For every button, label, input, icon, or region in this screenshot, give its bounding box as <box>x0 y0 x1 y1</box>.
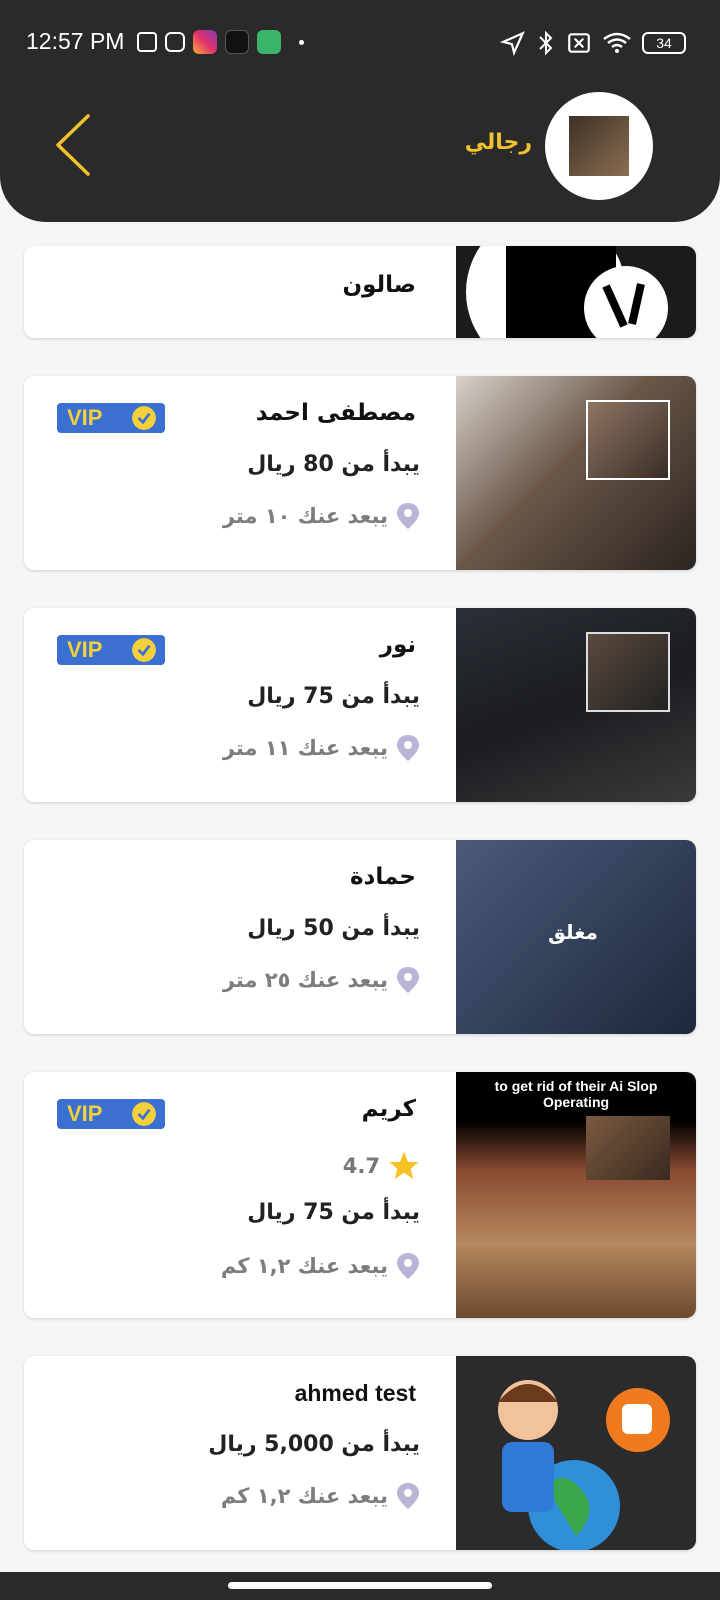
salon-image: to get rid of their Ai Slop Operating <box>456 1072 696 1318</box>
layers-app-icon <box>257 30 281 54</box>
salon-inset-image <box>586 400 670 480</box>
salon-distance: يبعد عنك ١,٢ كم <box>221 1482 420 1510</box>
salon-image <box>456 608 696 802</box>
scissors-logo-icon <box>466 246 668 338</box>
category-image <box>569 116 629 176</box>
nfc-icon <box>165 32 185 52</box>
salon-card[interactable]: VIP مصطفى احمد يبدأ من 80 ريال يبعد عنك … <box>24 376 696 570</box>
verified-badge-icon <box>132 1102 156 1126</box>
distance-label: يبعد عنك ١,٢ كم <box>220 1254 388 1278</box>
vip-badge: VIP <box>57 403 165 433</box>
salon-card[interactable]: VIP نور يبدأ من 75 ريال يبعد عنك ١١ متر <box>24 608 696 802</box>
home-gesture-handle[interactable] <box>228 1582 492 1589</box>
verified-badge-icon <box>132 638 156 662</box>
app-header: 12:57 PM 34 رجالي <box>0 0 720 222</box>
salon-image <box>456 376 696 570</box>
status-bar: 12:57 PM 34 <box>0 22 720 66</box>
salon-image <box>456 246 696 338</box>
salon-distance: يبعد عنك ١٠ متر <box>223 502 420 530</box>
salon-card[interactable]: صالون <box>24 246 696 338</box>
salon-distance: يبعد عنك ١,٢ كم <box>221 1252 420 1280</box>
page-title: رجالي <box>464 130 532 155</box>
salon-name: حمادة <box>349 864 416 890</box>
salon-name: نور <box>379 632 416 658</box>
vip-label: VIP <box>67 637 103 662</box>
salon-card[interactable]: مغلق حمادة يبدأ من 50 ريال يبعد عنك ٢٥ م… <box>24 840 696 1034</box>
bluetooth-icon <box>539 30 553 56</box>
salon-distance: يبعد عنك ٢٥ متر <box>223 966 420 994</box>
salon-price: يبدأ من 75 ريال <box>247 684 420 709</box>
salon-rating: 4.7 <box>343 1150 420 1182</box>
location-pin-icon <box>397 1253 419 1279</box>
location-arrow-icon <box>500 31 525 56</box>
verified-badge-icon <box>132 406 156 430</box>
salon-price: يبدأ من 80 ريال <box>247 452 420 477</box>
cartoon-image <box>498 1380 670 1550</box>
salon-name: كريم <box>361 1096 416 1122</box>
location-pin-icon <box>397 503 419 529</box>
salon-name: صالون <box>342 272 416 298</box>
salon-card[interactable]: ahmed test يبدأ من 5,000 ريال يبعد عنك ١… <box>24 1356 696 1550</box>
wifi-icon <box>603 32 631 53</box>
battery-icon: 34 <box>642 32 686 54</box>
distance-label: يبعد عنك ١,٢ كم <box>220 1484 388 1508</box>
salon-card[interactable]: to get rid of their Ai Slop Operating VI… <box>24 1072 696 1318</box>
mute-icon <box>137 32 157 52</box>
closed-label: مغلق <box>548 920 598 944</box>
vip-label: VIP <box>67 1101 103 1126</box>
no-sim-icon <box>568 33 590 53</box>
salon-name: مصطفى احمد <box>255 400 416 426</box>
rating-value: 4.7 <box>342 1154 380 1178</box>
category-avatar[interactable] <box>545 92 653 200</box>
back-chevron-icon[interactable] <box>50 112 100 178</box>
salon-inset-image <box>586 1116 670 1180</box>
distance-label: يبعد عنك ١٠ متر <box>222 504 388 528</box>
salon-price: يبدأ من 50 ريال <box>247 916 420 941</box>
salon-distance: يبعد عنك ١١ متر <box>223 734 420 762</box>
salon-inset-image <box>586 632 670 712</box>
status-right: 34 <box>500 30 686 56</box>
salon-name: ahmed test <box>294 1380 416 1406</box>
location-pin-icon <box>397 735 419 761</box>
vip-badge: VIP <box>57 635 165 665</box>
location-pin-icon <box>397 967 419 993</box>
image-caption: to get rid of their Ai Slop Operating <box>494 1078 658 1110</box>
star-icon <box>389 1151 419 1180</box>
instagram-icon <box>193 30 217 54</box>
vip-label: VIP <box>67 405 103 430</box>
distance-label: يبعد عنك ٢٥ متر <box>222 968 388 992</box>
vip-badge: VIP <box>57 1099 165 1129</box>
salon-image <box>456 1356 696 1550</box>
salon-image: مغلق <box>456 840 696 1034</box>
distance-label: يبعد عنك ١١ متر <box>222 736 388 760</box>
tiktok-icon <box>225 30 249 54</box>
status-time: 12:57 PM <box>26 28 125 54</box>
salon-price: يبدأ من 5,000 ريال <box>208 1432 420 1457</box>
salon-price: يبدأ من 75 ريال <box>247 1200 420 1225</box>
system-nav-bar <box>0 1572 720 1600</box>
notification-icons <box>137 30 304 54</box>
location-pin-icon <box>397 1483 419 1509</box>
more-dot-icon <box>299 39 304 45</box>
